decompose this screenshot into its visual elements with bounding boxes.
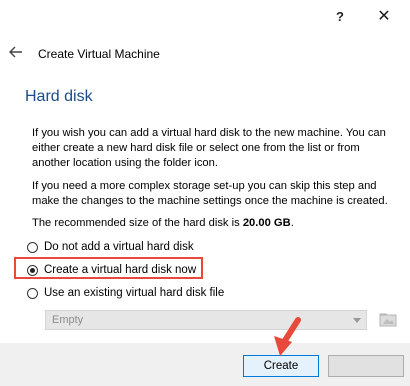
- wizard-title: Create Virtual Machine: [38, 47, 160, 61]
- recommended-suffix: .: [290, 217, 294, 229]
- radio-label: Use an existing virtual hard disk file: [44, 287, 225, 299]
- create-vm-dialog: ? ✕ Create Virtual Machine Hard disk If …: [0, 0, 410, 386]
- recommended-size-value: 20.00 GB: [242, 217, 291, 229]
- back-button[interactable]: [6, 42, 26, 62]
- description-paragraph-2: If you need a more complex storage set-u…: [32, 180, 388, 207]
- select-value: Empty: [52, 314, 84, 326]
- radio-label: Create a virtual hard disk now: [44, 264, 197, 276]
- existing-disk-select[interactable]: Empty: [45, 310, 367, 330]
- choose-disk-file-button[interactable]: [378, 310, 398, 330]
- radio-circle[interactable]: [27, 287, 38, 299]
- radio-circle-checked[interactable]: [27, 264, 38, 276]
- chevron-down-icon: [353, 318, 361, 323]
- radio-label: Do not add a virtual hard disk: [44, 241, 194, 253]
- radio-circle[interactable]: [27, 241, 38, 253]
- radio-create-hard-disk[interactable]: Create a virtual hard disk now: [27, 261, 196, 279]
- description-paragraph-1: If you wish you can add a virtual hard d…: [32, 127, 386, 169]
- radio-no-hard-disk[interactable]: Do not add a virtual hard disk: [27, 238, 194, 256]
- folder-icon: [379, 313, 397, 327]
- recommended-prefix: The recommended size of the hard disk is: [32, 217, 243, 229]
- title-bar: ? ✕: [0, 0, 410, 33]
- wizard-header: Create Virtual Machine: [0, 38, 410, 70]
- help-button[interactable]: ?: [330, 6, 350, 26]
- radio-use-existing-disk[interactable]: Use an existing virtual hard disk file: [27, 284, 224, 302]
- create-button[interactable]: Create: [243, 355, 319, 377]
- cancel-button[interactable]: [328, 355, 404, 377]
- recommended-size-text: The recommended size of the hard disk is…: [32, 216, 392, 231]
- back-arrow-icon: [9, 46, 22, 58]
- page-title: Hard disk: [25, 88, 93, 105]
- close-button[interactable]: ✕: [374, 6, 394, 26]
